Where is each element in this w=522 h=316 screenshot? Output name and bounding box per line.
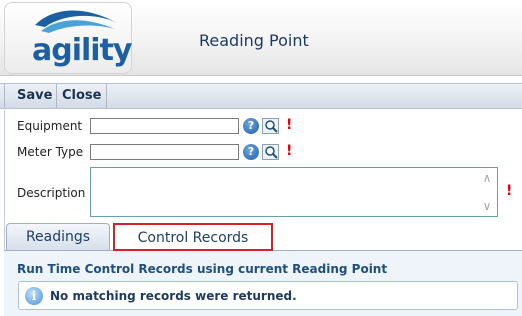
toolbar-divider xyxy=(4,84,5,108)
equipment-label: Equipment xyxy=(17,119,83,133)
scroll-down-icon[interactable]: ∨ xyxy=(480,200,494,212)
description-required-icon: ! xyxy=(506,183,513,199)
tab-readings[interactable]: Readings xyxy=(6,223,110,250)
logo-text: agility xyxy=(32,33,132,68)
description-label: Description xyxy=(17,186,86,200)
info-icon: i xyxy=(25,287,43,305)
equipment-lookup-icon[interactable] xyxy=(262,118,279,134)
control-records-panel: Run Time Control Records using current R… xyxy=(4,251,522,316)
meter-type-required-icon: ! xyxy=(286,143,293,159)
equipment-input[interactable] xyxy=(90,118,239,134)
save-button[interactable]: Save xyxy=(13,84,56,108)
page-title: Reading Point xyxy=(199,31,309,50)
app-header: agility Reading Point xyxy=(0,0,522,76)
scroll-up-icon[interactable]: ∧ xyxy=(480,172,494,184)
panel-title: Run Time Control Records using current R… xyxy=(17,262,388,276)
tabs-bar: Readings Control Records xyxy=(4,223,522,251)
info-message: No matching records were returned. xyxy=(50,289,297,303)
meter-type-lookup-icon[interactable] xyxy=(262,144,279,160)
meter-type-label: Meter Type xyxy=(17,145,84,159)
equipment-help-icon[interactable]: ? xyxy=(243,118,259,134)
info-message-box: i No matching records were returned. xyxy=(18,281,518,310)
toolbar: Save Close xyxy=(0,83,522,109)
description-textarea[interactable]: ∧ ∨ xyxy=(90,167,498,217)
close-button[interactable]: Close xyxy=(56,84,108,108)
tab-control-records[interactable]: Control Records xyxy=(113,223,273,251)
agility-logo: agility xyxy=(4,2,132,74)
meter-type-help-icon[interactable]: ? xyxy=(243,144,259,160)
equipment-required-icon: ! xyxy=(286,117,293,133)
meter-type-input[interactable] xyxy=(90,144,239,160)
